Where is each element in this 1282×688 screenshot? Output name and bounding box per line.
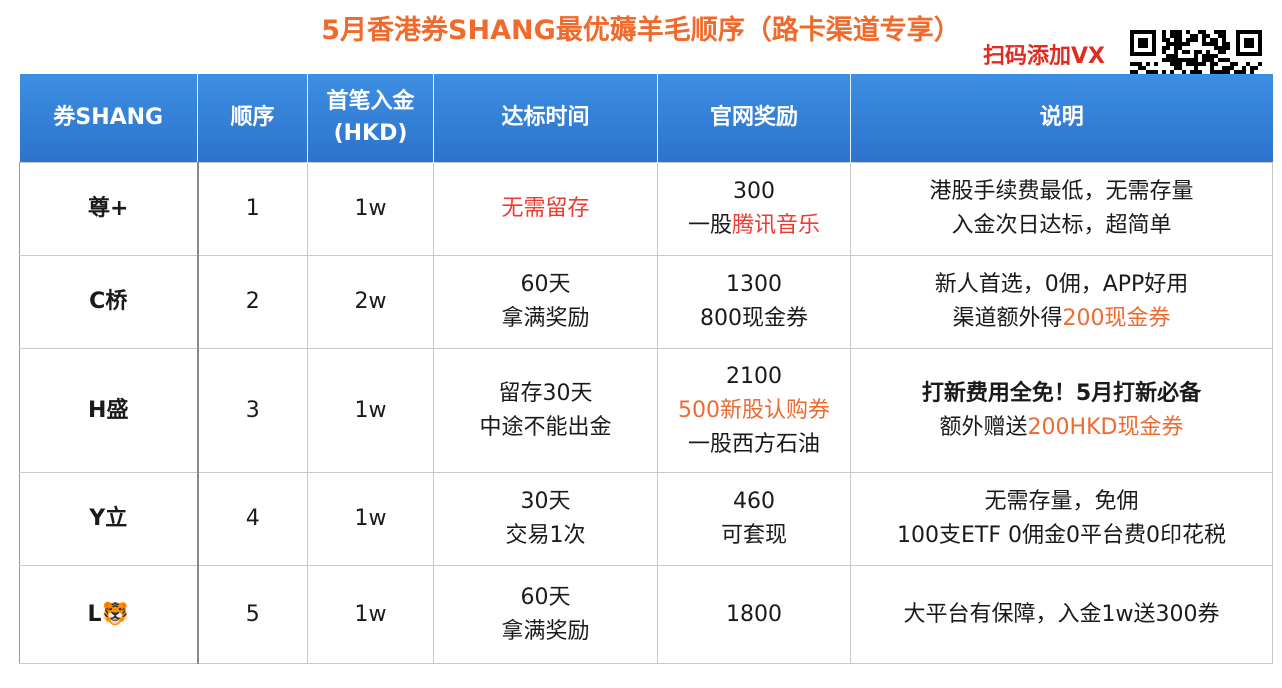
note-highlight: 200现金券 [1062,306,1171,331]
reward-cell: 300 一股腾讯音乐 [657,162,851,256]
scan-qr-label: 扫码添加VX [983,44,1105,69]
note-line: 无需存量，免佣 [984,489,1139,514]
reward-line: 300 [733,179,775,204]
header-reward: 官网奖励 [657,74,851,163]
reward-line: 一股腾讯音乐 [662,209,846,243]
broker-name: C桥 [19,255,199,349]
order-cell: 5 [197,565,308,664]
note-line-bold: 打新费用全免！5月打新必备 [921,380,1202,406]
header-period: 达标时间 [433,74,658,163]
broker-name: Y立 [19,472,199,566]
period-line: 无需留存 [501,196,590,221]
period-cell: 60天 拿满奖励 [433,565,658,664]
reward-line: 800现金券 [700,306,808,331]
deposit-cell: 1w [307,565,434,664]
period-line: 30天 [520,489,571,514]
reward-line: 1800 [726,601,782,627]
order-cell: 2 [197,255,308,349]
reward-highlight: 500新股认购券 [678,397,830,423]
note-cell: 打新费用全免！5月打新必备 额外赠送200HKD现金券 [850,348,1273,473]
deposit-cell: 1w [307,162,434,256]
reward-cell: 2100 500新股认购券 一股西方石油 [657,348,851,473]
header-deposit-line1: 首笔入金 [326,89,415,114]
period-line: 60天 [520,272,571,297]
reward-cell: 1300 800现金券 [657,255,851,349]
broker-name: H盛 [19,348,199,473]
header-note: 说明 [850,74,1273,163]
qr-finder-top-left [1130,30,1156,56]
note-cell: 大平台有保障，入金1w送300券 [850,565,1273,664]
reward-line: 1300 [726,272,782,297]
order-cell: 1 [197,162,308,256]
table-row: L🐯 5 1w 60天 拿满奖励 1800 大平台有保障，入金1w送300券 [19,565,1273,664]
period-line: 交易1次 [505,523,586,548]
table-row: Y立 4 1w 30天 交易1次 460 可套现 无需存量，免佣 100支ETF… [19,472,1273,566]
reward-highlight: 腾讯音乐 [732,213,821,238]
broker-name: 尊+ [19,162,199,256]
note-cell: 新人首选，0佣，APP好用 渠道额外得200现金券 [850,255,1273,349]
note-line: 入金次日达标，超简单 [951,213,1172,238]
table-row: C桥 2 2w 60天 拿满奖励 1300 800现金券 新人首选，0佣，APP… [19,255,1273,349]
header-order: 顺序 [197,74,308,163]
period-line: 留存30天 [498,380,593,406]
note-cell: 无需存量，免佣 100支ETF 0佣金0平台费0印花税 [850,472,1273,566]
reward-line: 可套现 [720,523,787,548]
qr-finder-top-right [1236,30,1262,56]
note-cell: 港股手续费最低，无需存量 入金次日达标，超简单 [850,162,1273,256]
header-deposit-line2: (HKD) [333,121,408,146]
period-cell: 留存30天 中途不能出金 [433,348,658,473]
deposit-cell: 2w [307,255,434,349]
reward-cell: 1800 [657,565,851,664]
note-line: 100支ETF 0佣金0平台费0印花税 [897,523,1226,548]
period-cell: 30天 交易1次 [433,472,658,566]
deposit-cell: 1w [307,472,434,566]
period-line: 拿满奖励 [501,306,590,331]
period-cell: 无需留存 [433,162,658,256]
note-prefix: 额外赠送 [939,414,1028,440]
reward-cell: 460 可套现 [657,472,851,566]
note-prefix: 渠道额外得 [952,306,1063,331]
period-line: 中途不能出金 [479,414,612,440]
note-line: 港股手续费最低，无需存量 [929,179,1194,204]
order-cell: 4 [197,472,308,566]
note-line: 渠道额外得200现金券 [855,302,1268,336]
note-line: 额外赠送200HKD现金券 [855,411,1268,445]
header-deposit: 首笔入金 (HKD) [307,74,434,163]
period-cell: 60天 拿满奖励 [433,255,658,349]
period-line: 60天 [520,584,571,610]
reward-line: 460 [733,489,775,514]
deposit-cell: 1w [307,348,434,473]
table-header-row: 券SHANG 顺序 首笔入金 (HKD) 达标时间 官网奖励 说明 [19,74,1273,163]
reward-line: 2100 [726,363,782,389]
note-line: 新人首选，0佣，APP好用 [934,272,1189,297]
note-highlight: 200HKD现金券 [1027,414,1184,440]
table-row: 尊+ 1 1w 无需留存 300 一股腾讯音乐 港股手续费最低，无需存量 入金次… [19,162,1273,256]
broker-name: L🐯 [19,565,199,664]
broker-deals-table: 券SHANG 顺序 首笔入金 (HKD) 达标时间 官网奖励 说明 尊+ 1 1… [19,74,1273,664]
header-broker: 券SHANG [19,74,198,163]
reward-line: 一股西方石油 [687,431,820,457]
period-line: 拿满奖励 [501,618,590,644]
order-cell: 3 [197,348,308,473]
note-line: 大平台有保障，入金1w送300券 [903,601,1220,627]
table-row: H盛 3 1w 留存30天 中途不能出金 2100 500新股认购券 一股西方石… [19,348,1273,473]
reward-prefix: 一股 [687,213,732,238]
